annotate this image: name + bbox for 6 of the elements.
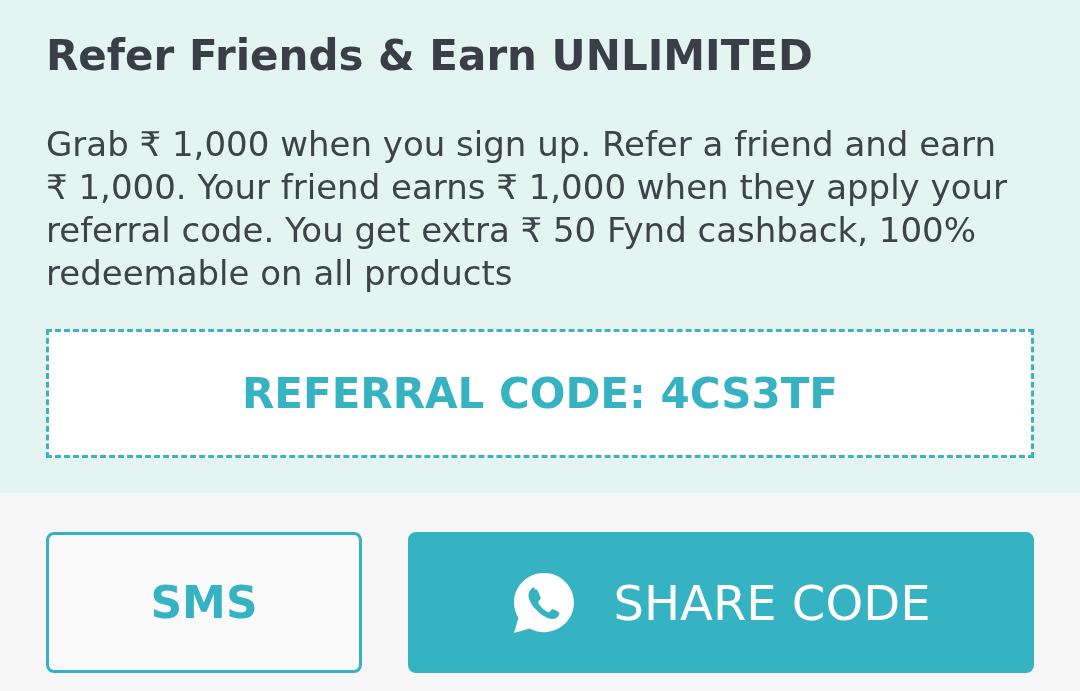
phone-speech-bubble-icon [511,570,576,635]
referral-code-text: REFERRAL CODE: 4CS3TF [241,372,839,415]
panel-title: Refer Friends & Earn UNLIMITED [46,32,814,80]
sms-button[interactable]: SMS [46,532,362,673]
offer-description: Grab ₹ 1,000 when you sign up. Refer a friend and earn ₹ 1,000. Your friend earns ₹ 1,000 when they apply your referral code. You get extra ₹ 50 Fynd cashback, 100% redeemable on all products [46,123,1008,295]
share-code-button[interactable]: SHARE CODE [408,532,1034,673]
